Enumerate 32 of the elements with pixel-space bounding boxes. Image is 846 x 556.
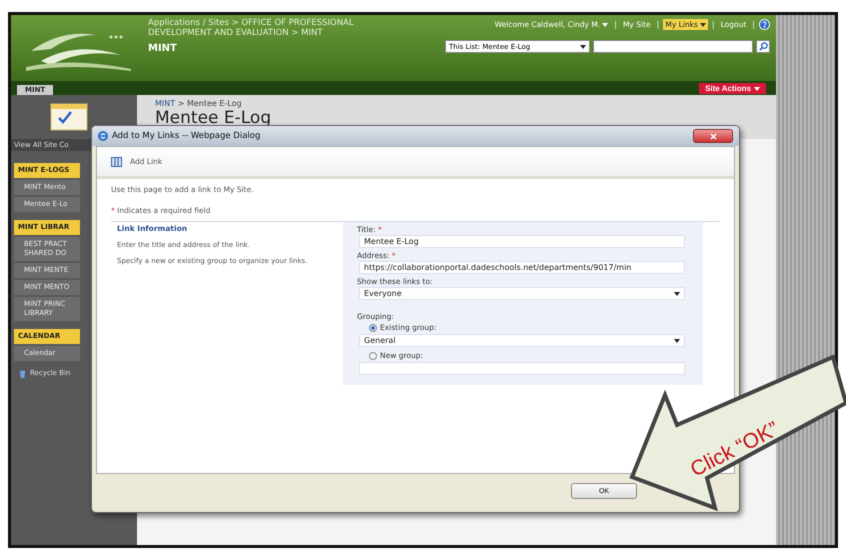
list-icon [49,102,89,132]
close-icon [710,132,716,140]
search-button[interactable] [756,40,770,53]
caret-icon [674,292,680,296]
page-breadcrumb: MINT > Mentee E-Log [155,99,243,108]
site-title: MINT [148,43,178,54]
new-group-field[interactable] [359,362,685,375]
link-separator: | [752,20,755,29]
address-field[interactable]: https://collaborationportal.dadeschools.net/departments/9017/min [359,261,685,274]
audience-dropdown[interactable]: Everyone [359,287,685,300]
bin-icon [18,369,27,378]
page-title: Mentee E-Log [155,108,272,128]
site-breadcrumb: Applications / Sites > OFFICE OF PROFESSIONAL DEVELOPMENT AND EVALUATION > MINT [148,18,355,38]
link-separator: | [656,20,660,29]
search-icon [758,42,768,51]
caret-icon [674,338,680,342]
help-icon[interactable] [759,19,770,30]
link-separator: | [614,20,617,29]
search-field[interactable] [593,40,753,53]
title-field[interactable]: Mentee E-Log [359,235,685,248]
caret-icon [580,44,586,48]
site-actions-button[interactable]: Site Actions [699,83,766,94]
caret-icon [754,86,760,90]
link-separator: | [712,20,715,29]
close-button[interactable] [693,129,733,143]
caret-icon [700,22,706,26]
callout-text: Click “OK” [686,417,782,482]
browser-icon [98,131,108,141]
group-dropdown[interactable]: General [359,334,685,347]
caret-icon [602,22,608,26]
grid-icon [111,156,122,166]
dialog-title: Add to My Links -- Webpage Dialog [112,131,260,141]
